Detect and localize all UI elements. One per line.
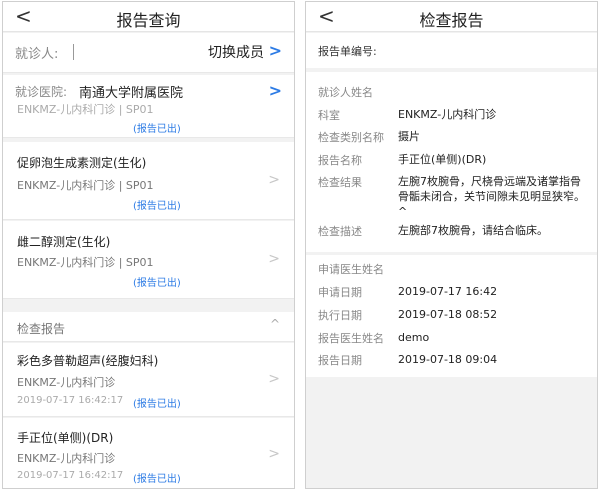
detail-key: 检查描述 xyxy=(318,225,362,238)
status-badge: (报告已出) xyxy=(133,201,181,212)
status-badge: (报告已出) xyxy=(133,474,181,485)
chevron-right-icon[interactable]: > xyxy=(268,172,280,188)
chevron-right-icon[interactable]: > xyxy=(268,251,280,267)
hospital-value: 南通大学附属医院 xyxy=(79,86,184,101)
list-item[interactable]: ENKMZ-儿内科门诊 | SP01 (报告已出) xyxy=(3,102,294,138)
report-date: 2019-07-17 16:42:17 xyxy=(17,470,124,481)
date-key: 申请日期 xyxy=(318,286,362,299)
status-badge: (报告已出) xyxy=(133,124,181,135)
switch-member-button[interactable]: 切换成员 xyxy=(208,42,264,62)
date-value: 2019-07-17 16:42 xyxy=(398,285,498,298)
report-name: 手正位(单侧)(DR) xyxy=(17,431,114,445)
detail-value: 左腕部7枚腕骨，请结合临床。 xyxy=(398,224,548,237)
chevron-right-icon[interactable]: > xyxy=(268,371,280,387)
list-item[interactable]: 手正位(单侧)(DR) ENKMZ-儿内科门诊 2019-07-17 16:42… xyxy=(3,418,294,488)
left-header: < 报告查询 xyxy=(3,2,294,32)
report-query-screen: < 报告查询 就诊人: 切换成员 > 就诊医院: 南通大学附属医院 > ENKM… xyxy=(2,1,295,489)
patient-selector[interactable]: 就诊人: 切换成员 > xyxy=(3,33,294,73)
detail-row: 检查结果 左腕7枚腕骨，尺桡骨远端及诸掌指骨骨骺未闭合，关节间隙未见明显狭窄。^ xyxy=(318,174,587,222)
report-name: 彩色多普勒超声(经腹妇科) xyxy=(17,354,159,368)
section-title: 检查报告 xyxy=(17,322,66,336)
report-detail-block: 就诊人姓名 科室 ENKMZ-儿内科门诊 检查类别名称 摄片 报告名称 手正位(… xyxy=(306,72,597,252)
exam-report-screen: < 检查报告 报告单编号: 就诊人姓名 科室 ENKMZ-儿内科门诊 检查类别名… xyxy=(305,1,598,489)
detail-value: ENKMZ-儿内科门诊 xyxy=(398,108,497,121)
report-name: 雌二醇测定(生化) xyxy=(17,235,111,249)
status-badge: (报告已出) xyxy=(133,278,181,289)
report-date: 2019-07-17 16:42:17 xyxy=(17,395,124,406)
date-key: 报告医生姓名 xyxy=(318,332,384,345)
chevron-up-icon[interactable]: ^ xyxy=(270,317,280,331)
exam-section-header[interactable]: 检查报告 ^ xyxy=(3,312,294,342)
detail-key: 检查类别名称 xyxy=(318,131,384,144)
date-key: 执行日期 xyxy=(318,309,362,322)
report-dept: ENKMZ-儿内科门诊 xyxy=(17,376,116,389)
page-title: 报告查询 xyxy=(116,11,181,30)
date-value: 2019-07-18 08:52 xyxy=(398,308,498,321)
list-item[interactable]: 促卵泡生成素测定(生化) ENKMZ-儿内科门诊 | SP01 (报告已出) > xyxy=(3,142,294,220)
date-value: 2019-07-18 09:04 xyxy=(398,353,498,366)
date-value: demo xyxy=(398,331,430,344)
status-badge: (报告已出) xyxy=(133,399,181,410)
detail-key: 检查结果 xyxy=(318,176,362,189)
report-dept: ENKMZ-儿内科门诊 | SP01 xyxy=(17,103,154,116)
report-name: 促卵泡生成素测定(生化) xyxy=(17,156,147,170)
doctor-label: 申请医生姓名 xyxy=(318,263,384,276)
chevron-right-icon[interactable]: > xyxy=(269,41,282,60)
detail-value: 摄片 xyxy=(398,130,420,143)
detail-key: 报告名称 xyxy=(318,154,362,167)
right-header: < 检查报告 xyxy=(306,2,597,32)
report-dept: ENKMZ-儿内科门诊 | SP01 xyxy=(17,179,154,192)
chevron-right-icon[interactable]: > xyxy=(268,446,280,462)
patient-name-label: 就诊人姓名 xyxy=(318,86,373,99)
detail-key: 科室 xyxy=(318,109,340,122)
text-cursor xyxy=(73,44,74,60)
report-dept: ENKMZ-儿内科门诊 xyxy=(17,452,116,465)
page-title: 检查报告 xyxy=(419,11,484,30)
report-number-row: 报告单编号: xyxy=(306,33,597,68)
report-dept: ENKMZ-儿内科门诊 | SP01 xyxy=(17,256,154,269)
list-item[interactable]: 雌二醇测定(生化) ENKMZ-儿内科门诊 | SP01 (报告已出) > xyxy=(3,221,294,299)
detail-value: 手正位(单侧)(DR) xyxy=(398,153,487,166)
date-key: 报告日期 xyxy=(318,354,362,367)
detail-value: 左腕7枚腕骨，尺桡骨远端及诸掌指骨骨骺未闭合，关节间隙未见明显狭窄。^ xyxy=(398,175,585,218)
report-number-label: 报告单编号: xyxy=(318,45,377,58)
chevron-right-icon[interactable]: > xyxy=(269,81,282,100)
patient-label: 就诊人: xyxy=(15,47,59,62)
hospital-label: 就诊医院: xyxy=(15,85,68,99)
list-item[interactable]: 彩色多普勒超声(经腹妇科) ENKMZ-儿内科门诊 2019-07-17 16:… xyxy=(3,343,294,417)
report-date-block: 申请医生姓名 申请日期 2019-07-17 16:42 执行日期 2019-0… xyxy=(306,255,597,377)
